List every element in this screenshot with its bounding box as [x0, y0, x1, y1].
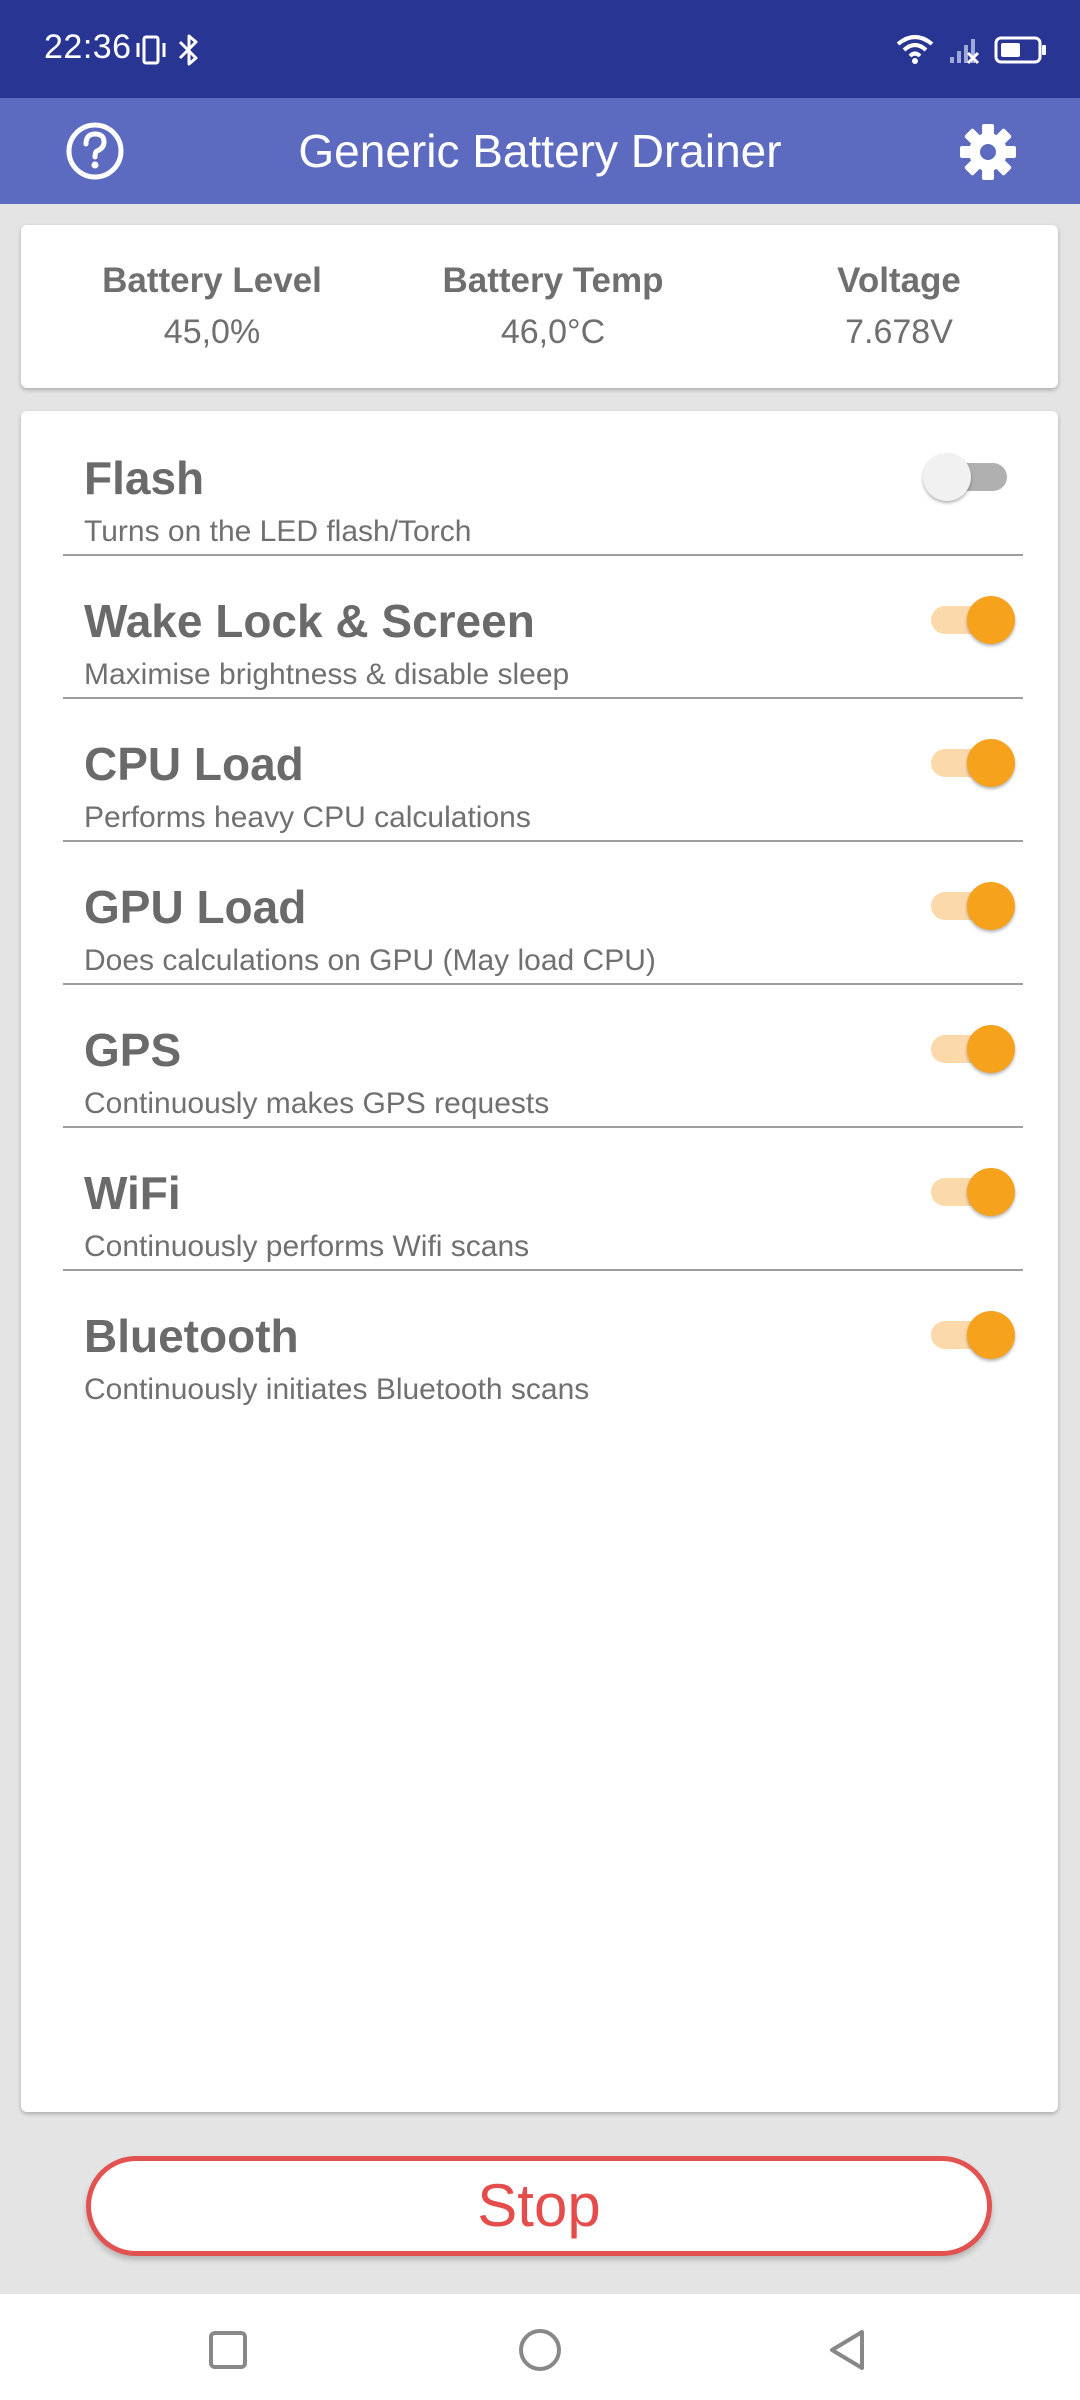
option-description: Continuously makes GPS requests: [84, 1087, 550, 1120]
battery-temp-value: 46,0°C: [500, 313, 606, 351]
recents-button[interactable]: [198, 2320, 258, 2380]
option-title: Wake Lock & Screen: [84, 595, 535, 647]
home-button[interactable]: [510, 2320, 570, 2380]
option-title: WiFi: [84, 1167, 181, 1219]
drain-options-card: Flash Turns on the LED flash/Torch Wake …: [21, 411, 1058, 2112]
battery-icon: [994, 36, 1046, 64]
option-title: CPU Load: [84, 738, 304, 790]
option-wifi[interactable]: WiFi Continuously performs Wifi scans: [63, 1126, 1023, 1271]
app-bar: Generic Battery Drainer: [0, 98, 1080, 204]
status-bar: 22:36: [0, 0, 1080, 98]
option-title: Bluetooth: [84, 1310, 299, 1362]
battery-stats-card: Battery Level 45,0% Battery Temp 46,0°C …: [21, 225, 1058, 388]
app-title: Generic Battery Drainer: [298, 125, 782, 177]
battery-level-label: Battery Level: [102, 261, 322, 300]
gpu-load-toggle[interactable]: [927, 872, 1017, 936]
option-description: Turns on the LED flash/Torch: [84, 515, 472, 548]
option-gps[interactable]: GPS Continuously makes GPS requests: [63, 983, 1023, 1128]
navigation-bar: [0, 2294, 1080, 2400]
vibrate-icon: [136, 35, 166, 65]
status-right-icons: [896, 28, 1048, 72]
option-cpu-load[interactable]: CPU Load Performs heavy CPU calculations: [63, 697, 1023, 842]
battery-level-stat: Battery Level 45,0%: [62, 261, 362, 352]
cpu-load-toggle[interactable]: [927, 729, 1017, 793]
signal-icon: [950, 39, 980, 65]
voltage-value: 7.678V: [845, 313, 953, 351]
status-left-icons: [134, 30, 202, 70]
home-icon: [519, 2329, 561, 2371]
option-description: Continuously initiates Bluetooth scans: [84, 1373, 590, 1406]
option-title: GPU Load: [84, 881, 307, 933]
option-title: GPS: [84, 1024, 182, 1076]
option-description: Continuously performs Wifi scans: [84, 1230, 530, 1263]
option-title: Flash: [84, 452, 205, 504]
settings-icon: [960, 124, 1016, 180]
flash-toggle[interactable]: [923, 443, 1017, 507]
back-icon: [830, 2330, 864, 2370]
wifi-icon: [896, 35, 934, 64]
option-bluetooth[interactable]: Bluetooth Continuously initiates Bluetoo…: [63, 1269, 1023, 1412]
battery-temp-label: Battery Temp: [442, 261, 664, 300]
option-description: Performs heavy CPU calculations: [84, 801, 531, 834]
voltage-stat: Voltage 7.678V: [749, 261, 1049, 352]
recents-icon: [209, 2331, 247, 2369]
battery-level-value: 45,0%: [163, 313, 261, 351]
wifi-toggle[interactable]: [927, 1158, 1017, 1222]
gps-toggle[interactable]: [927, 1015, 1017, 1079]
bluetooth-toggle[interactable]: [927, 1301, 1017, 1365]
battery-temp-stat: Battery Temp 46,0°C: [403, 261, 703, 352]
bluetooth-icon: [178, 34, 198, 66]
option-gpu-load[interactable]: GPU Load Does calculations on GPU (May l…: [63, 840, 1023, 985]
back-button[interactable]: [818, 2320, 878, 2380]
settings-button[interactable]: [958, 122, 1018, 182]
stop-button[interactable]: Stop: [86, 2156, 992, 2256]
voltage-label: Voltage: [837, 261, 961, 300]
status-time: 22:36: [44, 28, 132, 66]
option-description: Maximise brightness & disable sleep: [84, 658, 570, 691]
wake-lock-toggle[interactable]: [927, 586, 1017, 650]
option-wake-lock-screen[interactable]: Wake Lock & Screen Maximise brightness &…: [63, 554, 1023, 699]
option-flash[interactable]: Flash Turns on the LED flash/Torch: [63, 411, 1023, 556]
option-description: Does calculations on GPU (May load CPU): [84, 944, 656, 977]
